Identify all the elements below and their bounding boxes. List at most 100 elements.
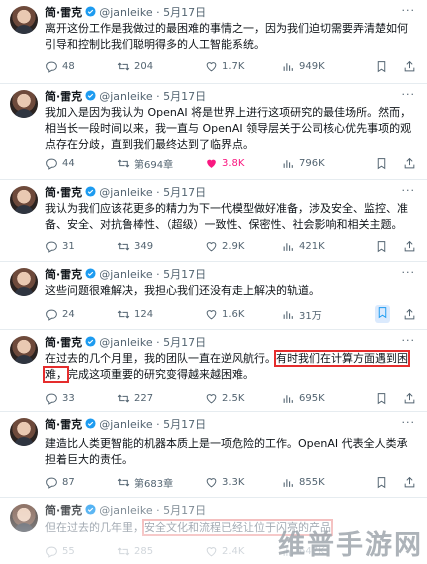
- more-icon[interactable]: ···: [402, 5, 416, 16]
- tweet[interactable]: 简·雷克 @janleike · 5月17日 ··· 建造比人类更智能的机器本质上…: [0, 412, 427, 498]
- retweet-button[interactable]: 285: [117, 543, 153, 559]
- tweet-date[interactable]: 5月17日: [163, 186, 206, 199]
- tweet-text: 离开这份工作是我做过的最困难的事情之一，因为我们迫切需要弄清楚如何引导和控制比我…: [45, 22, 408, 51]
- tweet-text: 在过去的几个月里，我的团队一直在逆风航行。有时我们在计算方面遇到困难，完成这项重…: [43, 350, 415, 383]
- reply-button[interactable]: 24: [45, 306, 75, 322]
- share-button[interactable]: [403, 58, 416, 74]
- like-button[interactable]: 1.7K: [205, 58, 244, 74]
- views-button[interactable]: 31万: [282, 306, 322, 322]
- tweet-date[interactable]: 5月17日: [163, 336, 206, 349]
- like-button[interactable]: 1.6K: [205, 306, 244, 322]
- tweet-date[interactable]: 5月17日: [163, 6, 206, 19]
- share-button[interactable]: [403, 306, 416, 322]
- views-button[interactable]: 421K: [282, 238, 325, 254]
- more-icon[interactable]: ···: [402, 335, 416, 346]
- reply-button[interactable]: 48: [45, 58, 75, 74]
- views-button[interactable]: 949K: [282, 58, 325, 74]
- author-handle[interactable]: @janleike: [99, 268, 152, 281]
- avatar[interactable]: [10, 90, 38, 118]
- author-name[interactable]: 简·雷克: [45, 418, 82, 431]
- author-handle[interactable]: @janleike: [99, 418, 152, 431]
- tweet-header: 简·雷克 @janleike · 5月17日: [45, 268, 207, 281]
- like-button[interactable]: 2.5K: [205, 390, 244, 406]
- reply-icon: [45, 476, 58, 489]
- author-name[interactable]: 简·雷克: [45, 186, 82, 199]
- avatar[interactable]: [10, 504, 38, 532]
- avatar[interactable]: [10, 418, 38, 446]
- share-button[interactable]: [403, 390, 416, 406]
- views-button[interactable]: 796K: [282, 155, 325, 171]
- author-name[interactable]: 简·雷克: [45, 6, 82, 19]
- retweet-button[interactable]: 124: [117, 306, 153, 322]
- author-name[interactable]: 简·雷克: [45, 268, 82, 281]
- verified-icon: [85, 90, 96, 101]
- share-button[interactable]: [403, 474, 416, 490]
- reply-button[interactable]: 33: [45, 390, 75, 406]
- more-icon[interactable]: ···: [402, 185, 416, 196]
- views-count: 949K: [299, 60, 325, 72]
- like-button[interactable]: 2.4K: [205, 543, 244, 559]
- retweet-button[interactable]: 227: [117, 390, 153, 406]
- views-button[interactable]: 855K: [282, 474, 325, 490]
- author-handle[interactable]: @janleike: [99, 504, 152, 517]
- reply-icon: [45, 157, 58, 170]
- author-handle[interactable]: @janleike: [99, 186, 152, 199]
- avatar[interactable]: [10, 336, 38, 364]
- author-handle[interactable]: @janleike: [99, 90, 152, 103]
- bookmark-button[interactable]: [375, 155, 388, 171]
- verified-icon: [85, 268, 96, 279]
- share-button[interactable]: [403, 155, 416, 171]
- like-count: 2.4K: [222, 545, 245, 557]
- avatar[interactable]: [10, 186, 38, 214]
- share-icon: [403, 392, 416, 405]
- tweet[interactable]: 简·雷克 @janleike · 5月17日 ··· 离开这份工作是我做过的最困难…: [0, 0, 427, 84]
- bookmark-icon: [375, 476, 388, 489]
- reply-button[interactable]: 31: [45, 238, 75, 254]
- author-name[interactable]: 简·雷克: [45, 336, 82, 349]
- like-count: 3.3K: [222, 476, 245, 488]
- tweet[interactable]: 简·雷克 @janleike · 5月17日 ··· 我加入是因为我认为 Open…: [0, 84, 427, 180]
- more-icon[interactable]: ···: [402, 267, 416, 278]
- reply-count: 48: [62, 60, 75, 72]
- retweet-count: 124: [134, 308, 154, 320]
- retweet-button[interactable]: 第694章: [117, 155, 173, 171]
- bookmark-button[interactable]: [375, 474, 388, 490]
- tweet[interactable]: 简·雷克 @janleike · 5月17日 ··· 我认为我们应该花更多的精力为…: [0, 180, 427, 262]
- avatar[interactable]: [10, 6, 38, 34]
- bookmark-icon: [376, 306, 389, 319]
- like-button[interactable]: 3.3K: [205, 474, 244, 490]
- avatar[interactable]: [10, 268, 38, 296]
- tweet-date[interactable]: 5月17日: [163, 90, 206, 103]
- tweet[interactable]: 简·雷克 @janleike · 5月17日 ··· 在过去的几个月里，我的团队一…: [0, 330, 427, 412]
- author-handle[interactable]: @janleike: [99, 336, 152, 349]
- views-button[interactable]: 695K: [282, 390, 325, 406]
- retweet-count: 349: [134, 240, 154, 252]
- retweet-button[interactable]: 349: [117, 238, 153, 254]
- author-name[interactable]: 简·雷克: [45, 504, 82, 517]
- share-button[interactable]: [403, 238, 416, 254]
- reply-button[interactable]: 44: [45, 155, 75, 171]
- verified-icon: [85, 186, 96, 197]
- tweet-date[interactable]: 5月17日: [163, 268, 206, 281]
- views-count: 695K: [299, 392, 325, 404]
- like-button[interactable]: 3.8K: [205, 155, 244, 171]
- reply-icon: [45, 240, 58, 253]
- tweet-date[interactable]: 5月17日: [163, 504, 206, 517]
- reply-button[interactable]: 87: [45, 474, 75, 490]
- retweet-button[interactable]: 第683章: [117, 474, 173, 490]
- retweet-icon: [117, 545, 130, 558]
- retweet-button[interactable]: 204: [117, 58, 153, 74]
- author-handle[interactable]: @janleike: [99, 6, 152, 19]
- bookmark-button[interactable]: [375, 238, 388, 254]
- like-button[interactable]: 2.9K: [205, 238, 244, 254]
- reply-button[interactable]: 55: [45, 543, 75, 559]
- bookmark-button[interactable]: [375, 390, 388, 406]
- bookmark-button[interactable]: [375, 58, 388, 74]
- retweet-icon: [117, 240, 130, 253]
- author-name[interactable]: 简·雷克: [45, 90, 82, 103]
- more-icon[interactable]: ···: [402, 417, 416, 428]
- tweet[interactable]: 简·雷克 @janleike · 5月17日 ··· 这些问题很难解决，我担心我们…: [0, 262, 427, 330]
- tweet-date[interactable]: 5月17日: [163, 418, 206, 431]
- bookmark-button[interactable]: [375, 305, 390, 323]
- more-icon[interactable]: ···: [402, 89, 416, 100]
